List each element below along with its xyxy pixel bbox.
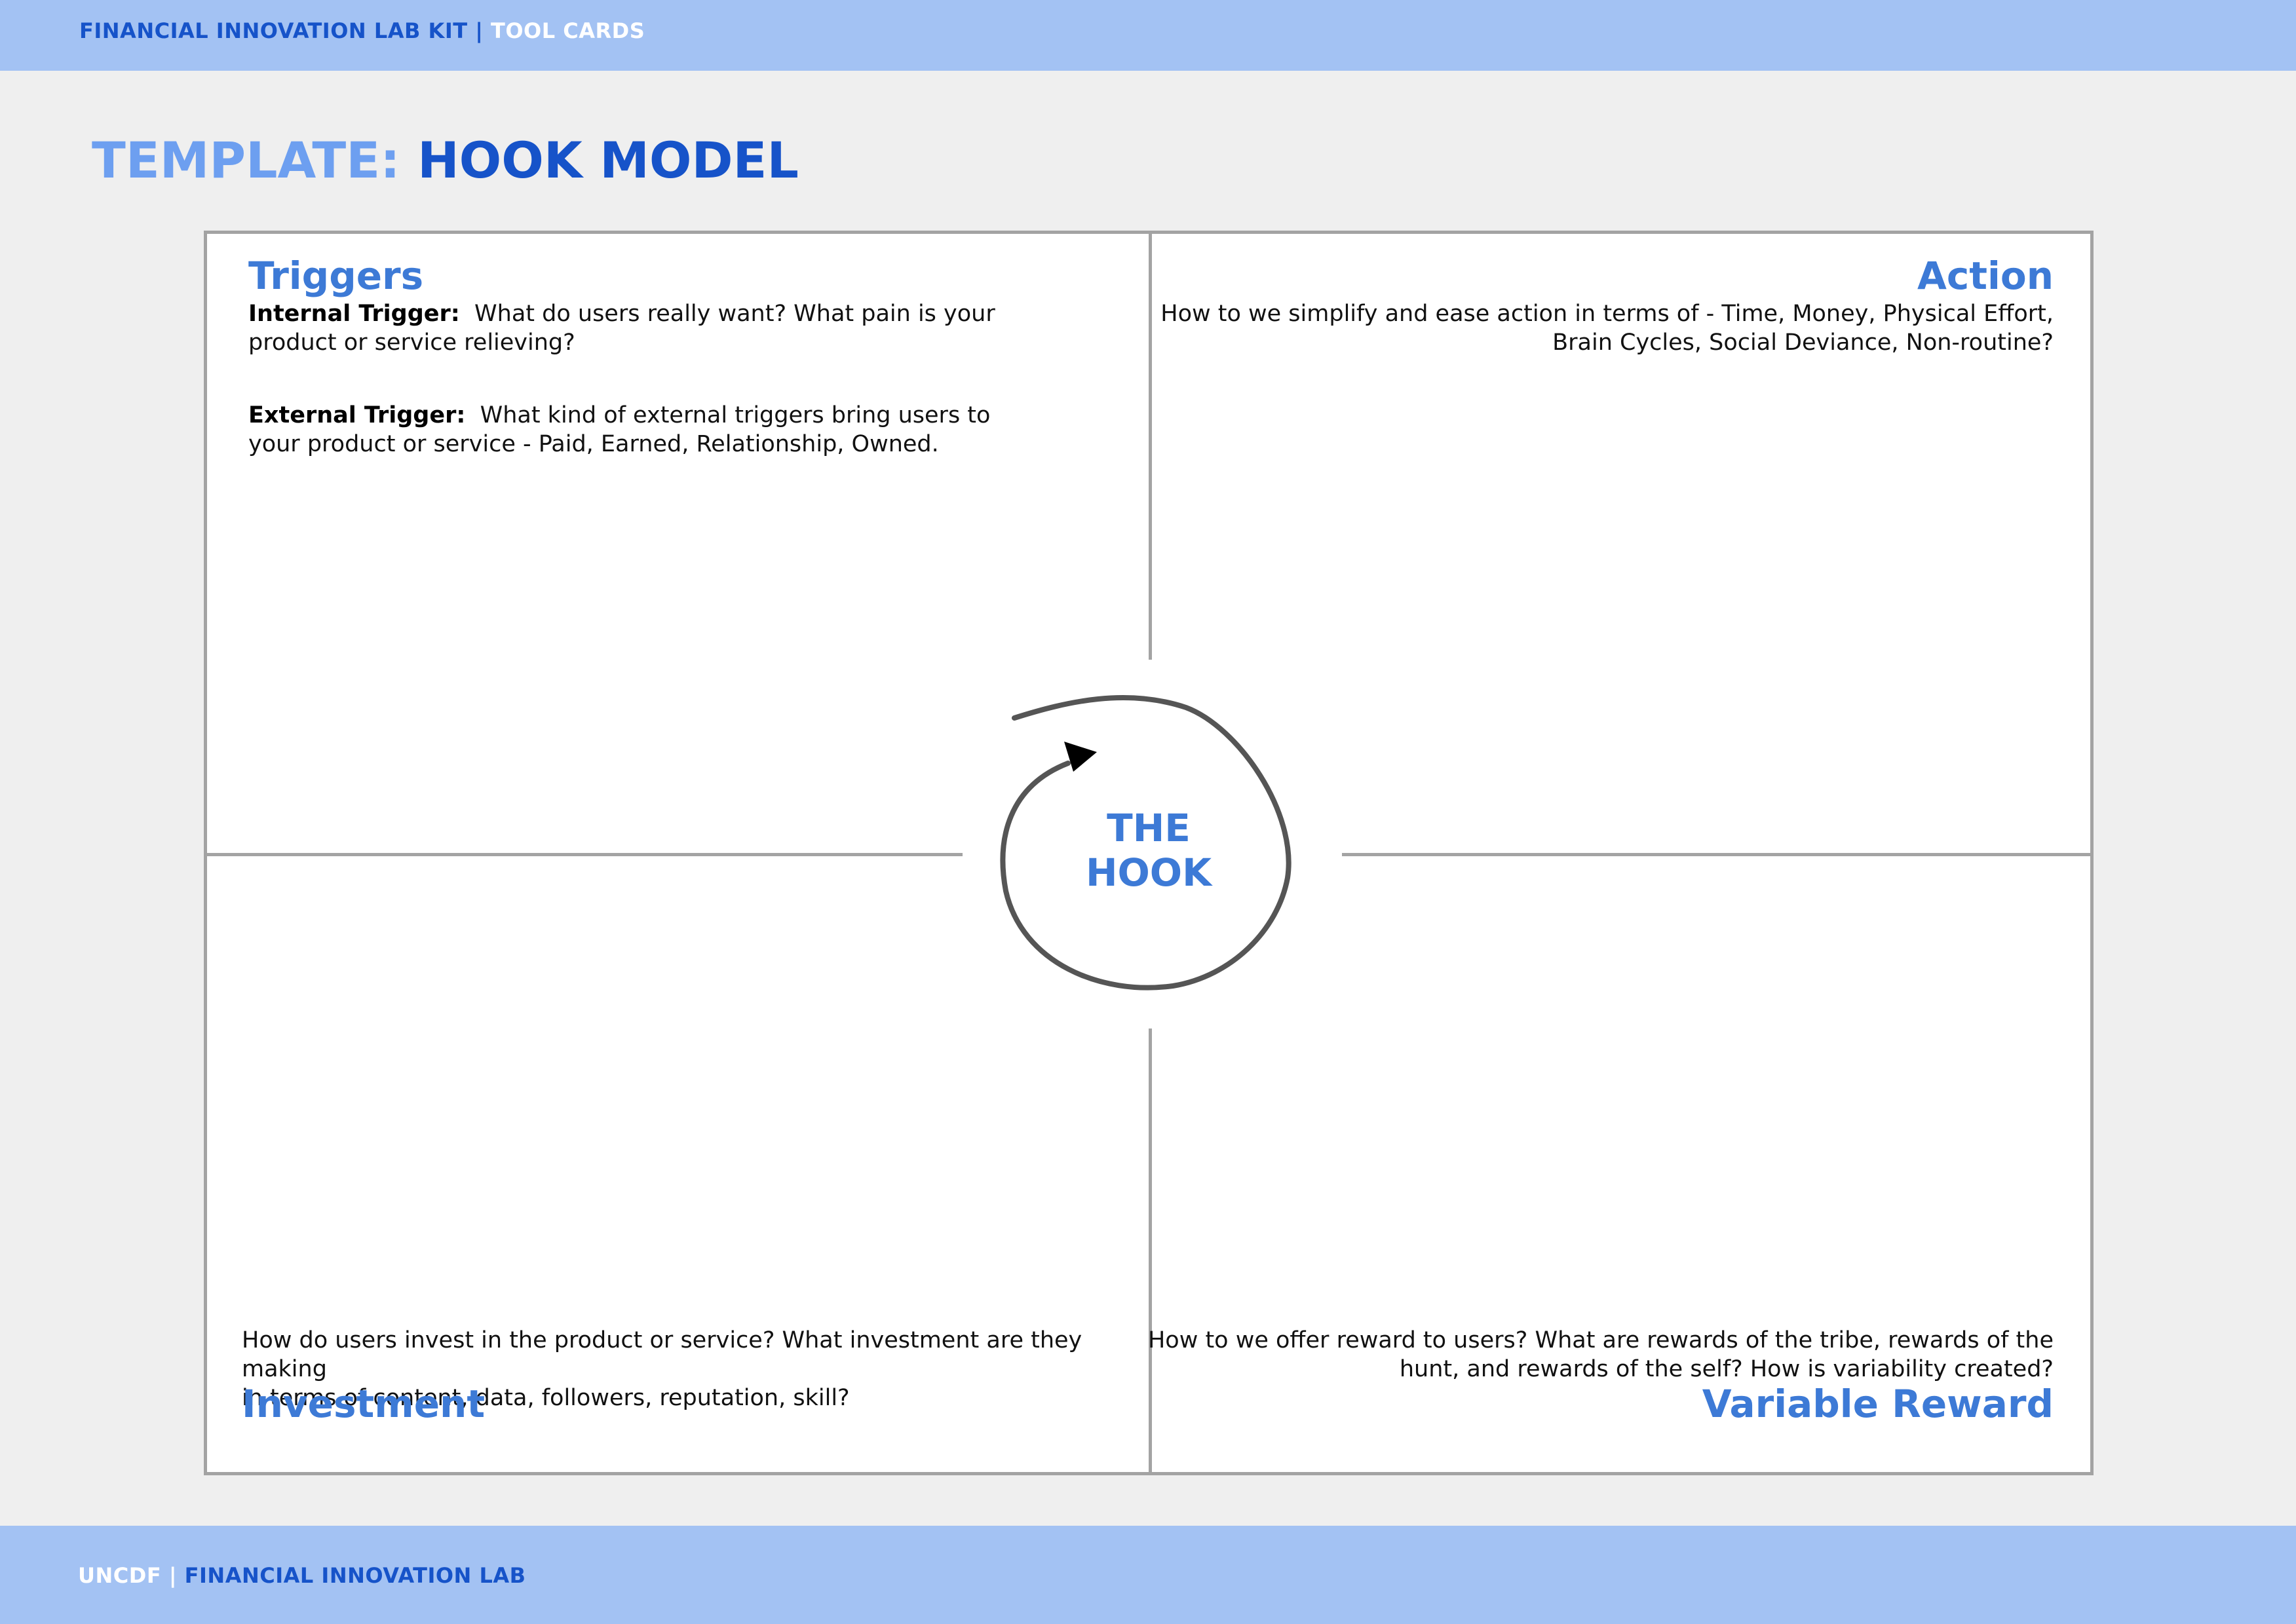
internal-trigger-label: Internal Trigger: [248, 301, 460, 327]
variable-reward-heading: Variable Reward [1702, 1382, 2054, 1426]
page-title: TEMPLATE: HOOK MODEL [92, 131, 799, 189]
divider-horizontal-right [1342, 853, 2094, 856]
divider-vertical-top [1149, 234, 1152, 660]
hook-arrowhead-icon [1064, 742, 1097, 772]
external-trigger-label: External Trigger: [248, 402, 466, 428]
investment-heading: Investment [242, 1382, 486, 1426]
the-hook-label: THE HOOK [1068, 806, 1229, 895]
action-heading: Action [1917, 254, 2054, 298]
divider-horizontal-left [207, 853, 963, 856]
footer-org-name: UNCDF [78, 1563, 162, 1588]
page-title-prefix: TEMPLATE: [92, 131, 400, 189]
footer-lab-name: FINANCIAL INNOVATION LAB [184, 1563, 526, 1588]
header-kit-name: FINANCIAL INNOVATION LAB KIT [79, 18, 468, 43]
triggers-heading: Triggers [248, 254, 424, 298]
action-text: How to we simplify and ease action in te… [1149, 299, 2054, 357]
action-text-line1: How to we simplify and ease action in te… [1160, 301, 2054, 327]
action-text-line2: Brain Cycles, Social Deviance, Non-routi… [1552, 330, 2054, 356]
internal-trigger-text: Internal Trigger: What do users really w… [248, 299, 1028, 357]
investment-text-line1: How do users invest in the product or se… [242, 1327, 1082, 1382]
footer-breadcrumb: UNCDF | FINANCIAL INNOVATION LAB [78, 1563, 526, 1588]
header-section-name: TOOL CARDS [491, 18, 645, 43]
external-trigger-text: External Trigger: What kind of external … [248, 401, 1028, 459]
header-separator: | [467, 18, 491, 43]
the-hook-label-line1: THE [1107, 806, 1191, 850]
variable-reward-text-line1: How to we offer reward to users? What ar… [1147, 1327, 2054, 1353]
header-breadcrumb: FINANCIAL INNOVATION LAB KIT | TOOL CARD… [79, 18, 645, 43]
the-hook-label-line2: HOOK [1085, 850, 1212, 895]
variable-reward-text-line2: hunt, and rewards of the self? How is va… [1399, 1356, 2054, 1382]
variable-reward-text: How to we offer reward to users? What ar… [1146, 1326, 2054, 1384]
page-title-name: HOOK MODEL [417, 131, 799, 189]
footer-separator: | [161, 1563, 185, 1588]
